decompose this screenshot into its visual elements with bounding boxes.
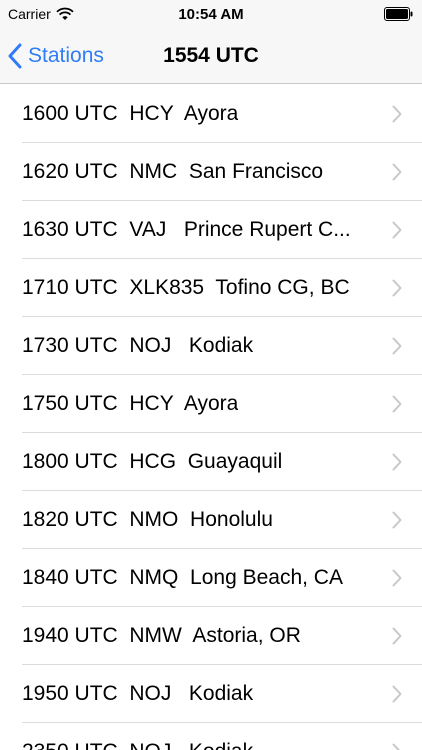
chevron-right-icon (392, 511, 402, 529)
list-item-label: 2350 UTC NOJ Kodiak (22, 740, 253, 750)
back-button[interactable]: Stations (8, 28, 104, 84)
list-item-label: 1840 UTC NMQ Long Beach, CA (22, 566, 343, 589)
list-item-label: 1620 UTC NMC San Francisco (22, 160, 324, 183)
chevron-right-icon (392, 743, 401, 750)
chevron-right-icon (392, 221, 402, 239)
status-left: Carrier (8, 6, 74, 22)
list-item-label: 1750 UTC HCY Ayora (22, 392, 239, 415)
chevron-right-icon (392, 627, 402, 645)
chevron-right-icon (392, 569, 402, 587)
chevron-right-icon (392, 279, 402, 297)
list-item[interactable]: 1600 UTC HCY Ayora (0, 85, 422, 143)
list-item[interactable]: 2350 UTC NOJ Kodiak (0, 723, 422, 750)
chevron-right-icon (392, 105, 402, 123)
list-item-label: 1730 UTC NOJ Kodiak (22, 334, 254, 357)
list-item[interactable]: 1730 UTC NOJ Kodiak (0, 317, 422, 375)
list-item-label: 1950 UTC NOJ Kodiak (22, 682, 254, 705)
list-item[interactable]: 1940 UTC NMW Astoria, OR (0, 607, 422, 665)
chevron-right-icon (392, 395, 402, 413)
status-bar: Carrier 10:54 AM (0, 0, 422, 28)
chevron-right-icon (392, 685, 402, 703)
list-item-label: 1820 UTC NMO Honolulu (22, 508, 273, 531)
list-item[interactable]: 1710 UTC XLK835 Tofino CG, BC (0, 259, 422, 317)
chevron-right-icon (392, 163, 402, 181)
wifi-icon (56, 7, 74, 20)
list-item[interactable]: 1820 UTC NMO Honolulu (0, 491, 422, 549)
screen: Carrier 10:54 AM Stations 1554 UTC 1600 … (0, 0, 422, 750)
list-item-label: 1630 UTC VAJ Prince Rupert C... (22, 218, 351, 241)
list-item-label: 1940 UTC NMW Astoria, OR (22, 624, 301, 647)
list-item[interactable]: 1620 UTC NMC San Francisco (0, 143, 422, 201)
list-item[interactable]: 1750 UTC HCY Ayora (0, 375, 422, 433)
list-item-label: 1710 UTC XLK835 Tofino CG, BC (22, 276, 350, 299)
list-item[interactable]: 1630 UTC VAJ Prince Rupert C... (0, 201, 422, 259)
back-button-label: Stations (28, 44, 104, 67)
list-item[interactable]: 1800 UTC HCG Guayaquil (0, 433, 422, 491)
chevron-right-icon (392, 337, 402, 355)
battery-icon (384, 7, 413, 21)
list-item[interactable]: 1950 UTC NOJ Kodiak (0, 665, 422, 723)
list-item-label: 1600 UTC HCY Ayora (22, 102, 239, 125)
navigation-bar: Stations 1554 UTC (0, 28, 422, 84)
list-item-label: 1800 UTC HCG Guayaquil (22, 450, 283, 473)
chevron-left-icon (8, 43, 22, 69)
list-item[interactable]: 1840 UTC NMQ Long Beach, CA (0, 549, 422, 607)
station-list: 1600 UTC HCY Ayora 1620 UTC NMC San Fran… (0, 85, 422, 750)
carrier-label: Carrier (8, 6, 51, 22)
chevron-right-icon (392, 453, 402, 471)
